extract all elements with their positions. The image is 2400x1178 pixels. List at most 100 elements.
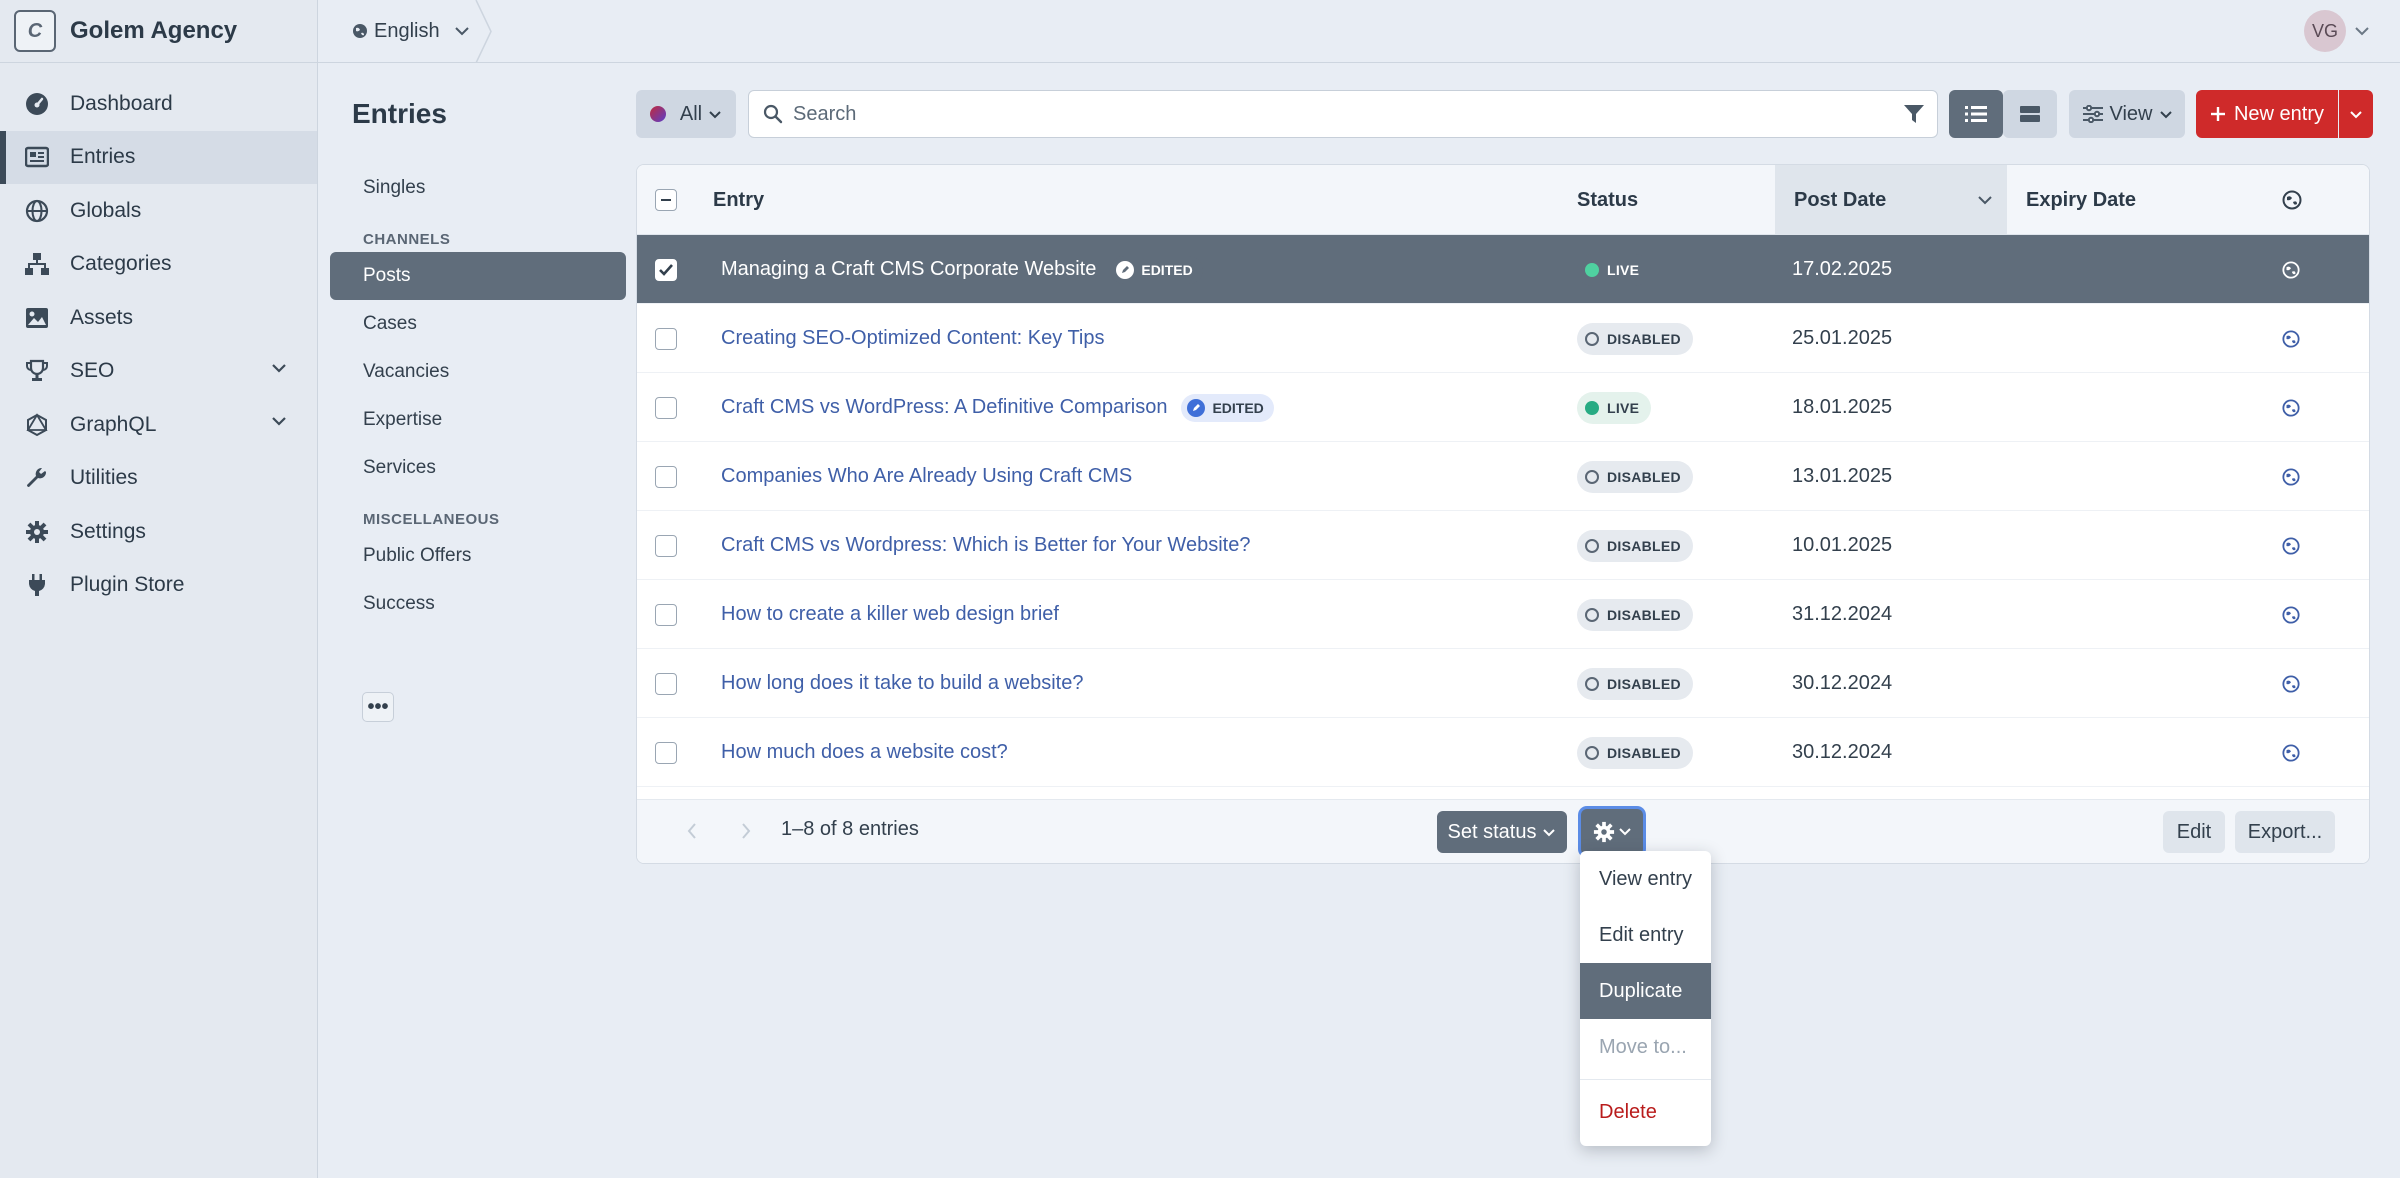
status-badge: DISABLED [1577,529,1693,562]
nav-item-globals[interactable]: Globals [0,184,317,238]
prev-page-icon[interactable] [687,822,697,840]
row-select-cell [655,649,677,718]
entry-title-link[interactable]: Managing a Craft CMS Corporate Website [721,258,1096,281]
top-header: English VG [318,0,2400,63]
nav-item-plugin-store[interactable]: Plugin Store [0,559,317,613]
menu-separator [1580,1079,1711,1080]
site-switcher[interactable]: English [318,0,478,63]
column-header-status[interactable]: Status [1577,165,1638,235]
status-disabled-dot [1585,676,1599,691]
status-filter-button[interactable]: All [636,90,736,138]
source-item-services[interactable]: Services [330,444,626,492]
edit-button[interactable]: Edit [2163,811,2225,853]
edited-icon [1187,398,1206,417]
nav-item-settings[interactable]: Settings [0,505,317,559]
table-row[interactable]: Craft CMS vs WordPress: A Definitive Com… [637,373,2369,442]
row-checkbox[interactable] [655,534,677,557]
source-item-posts[interactable]: Posts [330,252,626,300]
site-name[interactable]: Golem Agency [70,17,237,45]
select-all-checkbox[interactable] [655,189,677,211]
entry-title-link[interactable]: Craft CMS vs Wordpress: Which is Better … [721,534,1250,557]
chevron-down-icon [2354,26,2370,36]
sort-chevron-icon[interactable] [1977,165,1993,235]
nav-item-utilities[interactable]: Utilities [0,452,317,506]
post-date-cell: 17.02.2025 [1792,235,1892,304]
new-entry-button[interactable]: New entry [2196,90,2338,138]
row-checkbox[interactable] [655,465,677,488]
new-entry-menu-button[interactable] [2339,90,2373,138]
table-row[interactable]: Craft CMS vs Wordpress: Which is Better … [637,511,2369,580]
entry-title-link[interactable]: How much does a website cost? [721,741,1008,764]
table-row[interactable]: Managing a Craft CMS Corporate Website ED… [637,235,2369,304]
nav-label: SEO [70,359,115,383]
chevron-down-icon[interactable] [271,363,287,373]
nav-item-seo[interactable]: SEO [0,345,317,399]
column-header-entry[interactable]: Entry [713,165,764,235]
table-row[interactable]: Companies Who Are Already Using Craft CM… [637,442,2369,511]
menu-item-view-entry[interactable]: View entry [1580,851,1711,907]
entry-title-link[interactable]: How to create a killer web design brief [721,603,1059,626]
entry-title-link[interactable]: Companies Who Are Already Using Craft CM… [721,465,1132,488]
nav-item-dashboard[interactable]: Dashboard [0,77,317,131]
export-button[interactable]: Export... [2235,811,2335,853]
nav-item-assets[interactable]: Assets [0,291,317,345]
sitemap-icon [24,251,50,277]
globe-icon[interactable] [2282,165,2302,235]
entry-title-link[interactable]: How long does it take to build a website… [721,672,1083,695]
table-row[interactable]: How much does a website cost? DISABLED 30.… [637,718,2369,787]
set-status-button[interactable]: Set status [1437,811,1567,853]
user-menu[interactable]: VG [2304,10,2370,52]
source-item-vacancies[interactable]: Vacancies [330,348,626,396]
view-menu-button[interactable]: View [2069,90,2185,138]
entry-title-link[interactable]: Craft CMS vs WordPress: A Definitive Com… [721,396,1167,419]
table-row[interactable]: How long does it take to build a website… [637,649,2369,718]
row-checkbox[interactable] [655,396,677,419]
nav-item-entries[interactable]: Entries [0,130,317,184]
source-item-expertise[interactable]: Expertise [330,396,626,444]
sources-more-button[interactable]: ••• [362,692,394,722]
source-item-cases[interactable]: Cases [330,300,626,348]
edited-label: EDITED [1141,261,1193,278]
entry-cell: How long does it take to build a website… [721,649,1083,718]
chevron-down-icon[interactable] [271,416,287,426]
menu-item-edit-entry[interactable]: Edit entry [1580,907,1711,963]
column-header-post-date[interactable]: Post Date [1794,165,1886,235]
status-label: DISABLED [1607,330,1681,347]
menu-item-move-to[interactable]: Move to... [1580,1019,1711,1075]
source-item-success[interactable]: Success [330,580,626,628]
row-checkbox[interactable] [655,603,677,626]
site-status-cell [2282,442,2300,511]
post-date: 10.01.2025 [1792,534,1893,556]
post-date: 25.01.2025 [1792,327,1893,349]
entry-title-link[interactable]: Creating SEO-Optimized Content: Key Tips [721,327,1105,350]
globe-icon [2282,743,2300,762]
menu-item-duplicate[interactable]: Duplicate [1580,963,1711,1019]
actions-menu-button[interactable] [1581,809,1643,855]
table-row[interactable]: How to create a killer web design brief D… [637,580,2369,649]
status-disabled-dot [1585,607,1599,622]
source-item-singles[interactable]: Singles [330,164,626,212]
nav-item-categories[interactable]: Categories [0,238,317,292]
table-row[interactable]: Creating SEO-Optimized Content: Key Tips… [637,304,2369,373]
row-checkbox[interactable] [655,327,677,350]
search-box [748,90,1938,138]
image-icon [24,305,50,331]
row-checkbox[interactable] [655,672,677,695]
source-item-public-offers[interactable]: Public Offers [330,532,626,580]
next-page-icon[interactable] [741,822,751,840]
row-checkbox[interactable] [655,741,677,764]
nav-item-graphql[interactable]: GraphQL [0,398,317,452]
menu-item-delete[interactable]: Delete [1580,1084,1711,1140]
site-icon[interactable]: C [14,10,56,52]
site-status-cell [2282,580,2300,649]
new-entry-label: New entry [2233,102,2325,125]
status-cell: DISABLED [1577,304,1693,373]
row-checkbox[interactable] [655,258,677,281]
search-input[interactable] [793,102,1873,126]
column-header-expiry-date[interactable]: Expiry Date [2026,165,2136,235]
table-view-button[interactable] [1949,90,2003,138]
filter-icon[interactable] [1903,103,1925,125]
structure-view-button[interactable] [2003,90,2057,138]
globe-icon [2282,329,2300,348]
status-badge: DISABLED [1577,598,1693,631]
